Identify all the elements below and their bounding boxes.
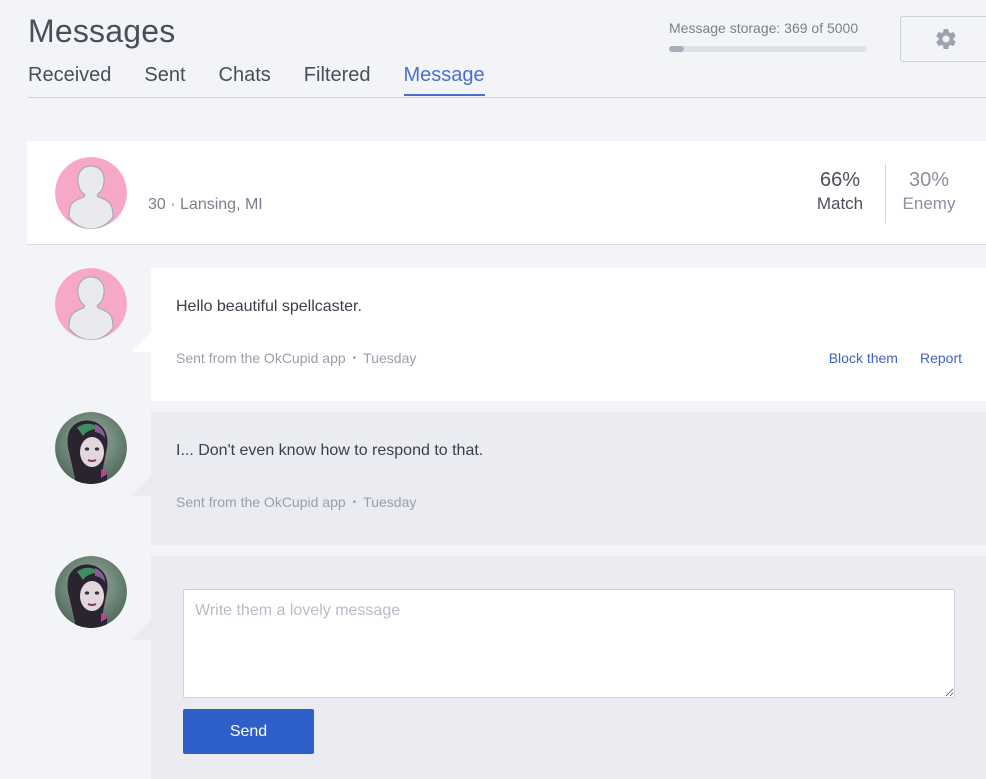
meta-separator: • <box>352 497 357 508</box>
page-title: Messages <box>28 13 176 49</box>
tab-message[interactable]: Message <box>403 64 485 96</box>
percentage-divider <box>885 163 886 223</box>
enemy-label: Enemy <box>902 194 956 213</box>
enemy-value: 30% <box>908 169 950 191</box>
meta-separator: • <box>352 353 357 364</box>
match-percentage: 66% Match <box>813 169 867 214</box>
storage-label: Message storage: 369 of 5000 <box>669 20 859 36</box>
block-them-link[interactable]: Block them <box>829 350 898 366</box>
message-storage: Message storage: 369 of 5000 <box>669 20 867 52</box>
message-day: Tuesday <box>363 350 417 366</box>
message-day: Tuesday <box>363 494 417 510</box>
profile-age-location: 30 · Lansing, MI <box>148 196 263 213</box>
message-source: Sent from the OkCupid app <box>176 350 346 366</box>
message-tabs: Received Sent Chats Filtered Message <box>28 64 518 96</box>
gear-icon <box>936 28 956 50</box>
enemy-percentage: 30% Enemy <box>899 169 959 214</box>
sender-avatar[interactable] <box>55 268 127 340</box>
bubble-tail <box>131 476 151 496</box>
report-link[interactable]: Report <box>920 350 962 366</box>
message-bubble: I... Don't even know how to respond to t… <box>131 412 986 545</box>
my-avatar[interactable] <box>55 556 127 628</box>
user-photo-icon <box>55 412 127 484</box>
send-button[interactable]: Send <box>183 709 314 754</box>
message-bubble: Hello beautiful spellcaster. Sent from t… <box>131 268 986 401</box>
profile-avatar[interactable] <box>55 157 127 229</box>
default-avatar-icon <box>55 268 127 340</box>
my-avatar[interactable] <box>55 412 127 484</box>
message-meta: Sent from the OkCupid app • Tuesday <box>176 350 416 366</box>
bubble-tail <box>131 332 151 352</box>
tab-received[interactable]: Received <box>28 64 111 96</box>
default-avatar-icon <box>55 157 127 229</box>
bubble-tail <box>131 620 151 640</box>
tab-sent[interactable]: Sent <box>144 64 185 96</box>
message-meta: Sent from the OkCupid app • Tuesday <box>176 494 416 510</box>
message-text: I... Don't even know how to respond to t… <box>176 442 484 459</box>
user-photo-icon <box>55 556 127 628</box>
tab-chats[interactable]: Chats <box>219 64 271 96</box>
message-input[interactable] <box>183 589 955 698</box>
message-source: Sent from the OkCupid app <box>176 494 346 510</box>
tab-filtered[interactable]: Filtered <box>304 64 371 96</box>
profile-card: 30 · Lansing, MI 66% Match 30% Enemy <box>27 141 986 245</box>
storage-progress-bar <box>669 46 867 52</box>
storage-progress-fill <box>669 46 684 52</box>
settings-button[interactable] <box>900 16 986 62</box>
tabs-divider <box>28 97 986 98</box>
message-text: Hello beautiful spellcaster. <box>176 298 362 315</box>
message-actions: Block them Report <box>807 350 962 366</box>
match-value: 66% <box>819 169 861 191</box>
match-label: Match <box>816 194 864 213</box>
compose-panel: Send <box>131 556 986 779</box>
